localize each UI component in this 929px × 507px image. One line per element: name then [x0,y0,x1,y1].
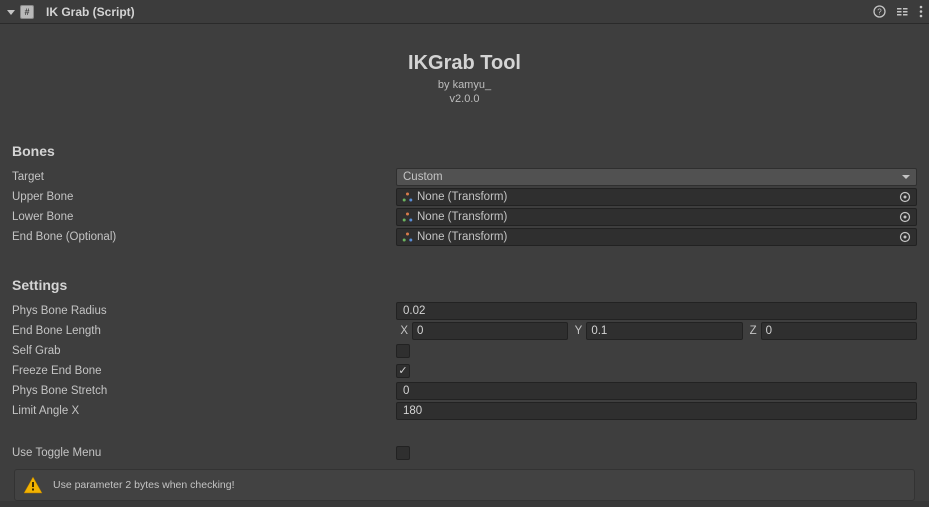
tool-title-block: IKGrab Tool by kamyu_ v2.0.0 [12,24,917,143]
upper-bone-value: None (Transform) [417,191,507,203]
phys-bone-stretch-field[interactable]: 0 [396,382,917,400]
end-bone-value: None (Transform) [417,231,507,243]
helpbox: Use parameter 2 bytes when checking! [14,469,915,501]
end-bone-length-x-field[interactable]: 0 [412,322,568,340]
foldout-arrow-icon[interactable] [6,7,16,17]
end-bone-length-y-field[interactable]: 0.1 [586,322,742,340]
use-toggle-menu-checkbox[interactable] [396,446,410,460]
component-header: # IK Grab (Script) ? [0,0,929,24]
upper-bone-field[interactable]: None (Transform) [396,188,917,206]
end-bone-length-z-field[interactable]: 0 [761,322,917,340]
vec3-z-label: Z [745,325,757,337]
vec3-x-label: X [396,325,408,337]
lower-bone-label: Lower Bone [12,211,396,223]
end-bone-field[interactable]: None (Transform) [396,228,917,246]
phys-bone-radius-label: Phys Bone Radius [12,305,396,317]
settings-section-header: Settings [12,277,917,293]
end-bone-length-label: End Bone Length [12,325,396,337]
transform-icon [401,211,413,223]
freeze-end-bone-checkbox[interactable]: ✓ [396,364,410,378]
target-label: Target [12,171,396,183]
dropdown-caret-icon [902,174,910,180]
tool-version: v2.0.0 [12,93,917,105]
freeze-end-bone-label: Freeze End Bone [12,365,396,377]
help-icon[interactable]: ? [873,5,886,18]
target-value: Custom [403,171,443,183]
object-picker-icon[interactable] [898,230,912,244]
component-title: IK Grab (Script) [46,5,873,19]
transform-icon [401,231,413,243]
phys-bone-radius-field[interactable]: 0.02 [396,302,917,320]
helpbox-message: Use parameter 2 bytes when checking! [53,479,235,491]
svg-text:?: ? [877,8,882,17]
header-icons: ? [873,5,923,18]
target-dropdown[interactable]: Custom [396,168,917,186]
transform-icon [401,191,413,203]
vec3-y-label: Y [570,325,582,337]
context-menu-icon[interactable] [919,5,923,18]
lower-bone-field[interactable]: None (Transform) [396,208,917,226]
script-icon: # [20,5,34,19]
object-picker-icon[interactable] [898,190,912,204]
upper-bone-label: Upper Bone [12,191,396,203]
self-grab-label: Self Grab [12,345,396,357]
warning-icon [23,476,43,494]
tool-author: by kamyu_ [12,79,917,91]
tool-title: IKGrab Tool [12,52,917,75]
object-picker-icon[interactable] [898,210,912,224]
preset-icon[interactable] [896,5,909,18]
limit-angle-x-label: Limit Angle X [12,405,396,417]
phys-bone-stretch-label: Phys Bone Stretch [12,385,396,397]
lower-bone-value: None (Transform) [417,211,507,223]
limit-angle-x-field[interactable]: 180 [396,402,917,420]
use-toggle-menu-label: Use Toggle Menu [12,447,396,459]
bones-section-header: Bones [12,143,917,159]
self-grab-checkbox[interactable] [396,344,410,358]
end-bone-label: End Bone (Optional) [12,231,396,243]
